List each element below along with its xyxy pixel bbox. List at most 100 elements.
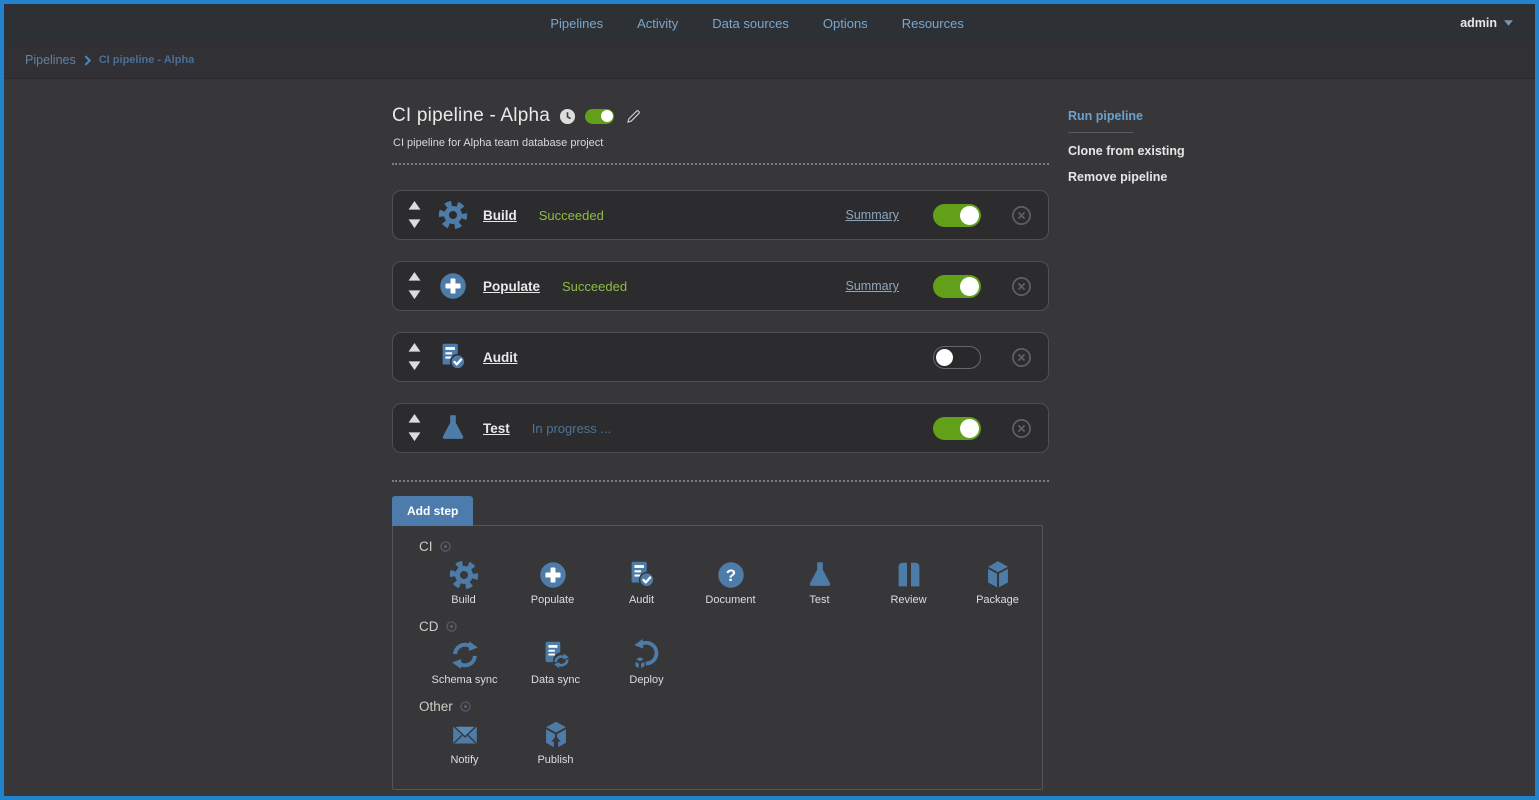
palette-item-label: Document [705,594,756,606]
palette-item-build[interactable]: Build [419,558,508,606]
svg-text:?: ? [725,566,735,585]
step-name-link[interactable]: Test [483,421,510,436]
divider [392,163,1049,165]
divider [392,480,1049,482]
info-icon[interactable] [445,620,457,632]
step-summary-link[interactable]: Summary [846,208,899,222]
menu-divider [1068,132,1134,133]
palette-item-label: Publish [537,754,574,766]
nav-item-resources[interactable]: Resources [902,16,964,31]
palette-item-label: Audit [628,594,655,606]
step-row-build: Build Succeeded Summary [392,190,1049,240]
step-row-test: Test In progress ... [392,403,1049,453]
step-name-link[interactable]: Build [483,208,517,223]
book-icon [892,558,926,592]
pipeline-steps: Build Succeeded Summary Populate Succeed… [392,190,1049,474]
step-status: In progress ... [531,420,612,436]
remove-step-icon[interactable] [1011,205,1032,226]
info-icon[interactable] [439,540,451,552]
step-enabled-toggle[interactable] [933,416,981,440]
flask-icon [803,558,837,592]
palette-item-review[interactable]: Review [864,558,953,606]
nav-item-activity[interactable]: Activity [637,16,678,31]
publish-box-icon [539,718,573,752]
group-label-other: Other [419,698,1042,714]
gear-icon [447,558,481,592]
plus-circle-icon [436,269,470,303]
nav-item-options[interactable]: Options [823,16,868,31]
palette-item-label: Notify [450,754,479,766]
remove-step-icon[interactable] [1011,276,1032,297]
step-status: Succeeded [562,278,628,294]
palette-item-label: Deploy [629,674,664,686]
group-items-cd: Schema sync Data sync Deploy [419,638,1042,686]
step-name-link[interactable]: Populate [483,279,540,294]
step-enabled-toggle[interactable] [933,345,981,369]
palette-item-audit[interactable]: Audit [597,558,686,606]
gear-icon [436,198,470,232]
deploy-cube-icon [630,638,664,672]
palette-item-label: Review [890,594,927,606]
main-nav: Pipelines Activity Data sources Options … [550,16,963,31]
user-name: admin [1460,16,1497,30]
group-label-ci: CI [419,538,1042,554]
palette-item-notify[interactable]: Notify [419,718,510,766]
add-step-panel: CI Build Populate Audit ? Document Test … [392,525,1043,790]
remove-step-icon[interactable] [1011,418,1032,439]
info-icon[interactable] [460,700,471,712]
palette-item-schema-sync[interactable]: Schema sync [419,638,510,686]
user-menu[interactable]: admin [1460,4,1513,42]
nav-item-data-sources[interactable]: Data sources [712,16,789,31]
envelope-icon [448,718,482,752]
step-enabled-toggle[interactable] [933,274,981,298]
palette-item-label: Build [451,594,476,606]
sync-arrows-icon [448,638,482,672]
breadcrumb-current: CI pipeline - Alpha [98,54,195,66]
flask-icon [436,411,470,445]
breadcrumb-chevron-icon [84,54,91,66]
page-title: CI pipeline - Alpha [392,105,551,126]
clock-icon [559,108,576,125]
step-summary-link[interactable]: Summary [846,279,899,293]
remove-step-icon[interactable] [1011,347,1032,368]
step-row-audit: Audit [392,332,1049,382]
top-nav: Pipelines Activity Data sources Options … [4,4,1535,42]
group-label-text: CD [419,618,439,634]
nav-item-pipelines[interactable]: Pipelines [550,16,603,31]
palette-item-document[interactable]: ? Document [686,558,775,606]
group-items-other: Notify Publish [419,718,1042,766]
breadcrumb: Pipelines CI pipeline - Alpha [4,42,1535,79]
app-window: Pipelines Activity Data sources Options … [0,0,1539,800]
audit-check-icon [436,340,470,374]
reorder-handle[interactable] [408,271,421,300]
breadcrumb-root[interactable]: Pipelines [25,53,76,67]
edit-pencil-icon[interactable] [625,108,642,125]
reorder-handle[interactable] [408,200,421,229]
remove-pipeline-link[interactable]: Remove pipeline [1068,170,1185,184]
palette-item-label: Data sync [531,674,580,686]
group-items-ci: Build Populate Audit ? Document Test Rev… [419,558,1042,606]
run-pipeline-link[interactable]: Run pipeline [1068,109,1185,123]
palette-item-publish[interactable]: Publish [510,718,601,766]
group-label-text: Other [419,698,453,714]
palette-item-label: Package [976,594,1019,606]
step-name-link[interactable]: Audit [483,350,518,365]
step-enabled-toggle[interactable] [933,203,981,227]
audit-check-icon [625,558,659,592]
palette-item-deploy[interactable]: Deploy [601,638,692,686]
step-status: Succeeded [538,207,604,223]
reorder-handle[interactable] [408,342,421,371]
plus-circle-icon [536,558,570,592]
group-label-cd: CD [419,618,1042,634]
reorder-handle[interactable] [408,413,421,442]
palette-item-populate[interactable]: Populate [508,558,597,606]
palette-item-label: Schema sync [431,674,498,686]
pipeline-enabled-toggle[interactable] [585,108,615,124]
palette-item-test[interactable]: Test [775,558,864,606]
palette-item-data-sync[interactable]: Data sync [510,638,601,686]
cube-icon [981,558,1015,592]
clone-pipeline-link[interactable]: Clone from existing [1068,144,1185,158]
palette-item-package[interactable]: Package [953,558,1042,606]
add-step-tab[interactable]: Add step [392,496,474,526]
chevron-down-icon [1504,20,1513,26]
